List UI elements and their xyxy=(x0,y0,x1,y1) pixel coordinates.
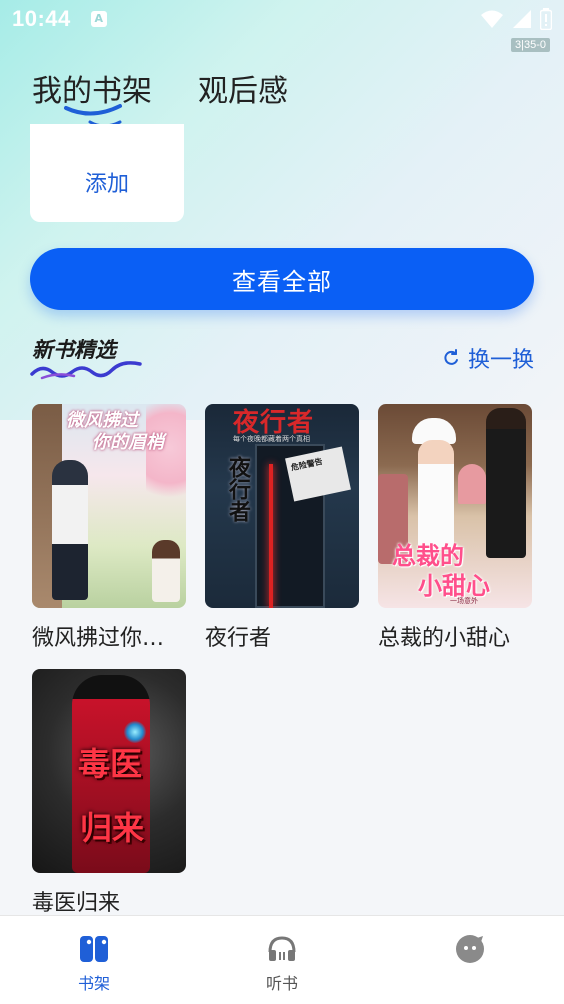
book-card[interactable]: 毒医 归来 毒医归来 xyxy=(32,669,186,917)
nav-bookshelf-label: 书架 xyxy=(77,974,110,993)
view-all-button[interactable]: 查看全部 xyxy=(30,248,534,310)
refresh-icon xyxy=(444,349,458,365)
chef-figure xyxy=(418,440,454,550)
ceo-figure xyxy=(486,408,526,558)
book-cover: 微风拂过 你的眉梢 xyxy=(32,404,186,608)
book-title: 夜行者 xyxy=(205,626,272,651)
status-time: 10:44 xyxy=(12,6,71,31)
book-card[interactable]: 微风拂过 你的眉梢 微风拂过你… xyxy=(32,404,186,652)
cover-title-line1: 毒医 xyxy=(78,745,143,783)
cover-title-line2: 你的眉梢 xyxy=(92,432,164,453)
signal-icon xyxy=(513,10,531,28)
status-bar: 10:44 A xyxy=(0,0,564,38)
cover-title-line2: 归来 xyxy=(80,809,145,847)
book-cover: 总裁的 小甜心 一场意外 xyxy=(378,404,532,608)
headphones-icon xyxy=(268,936,296,961)
nav-audiobooks-label: 听书 xyxy=(265,974,298,993)
add-label: 添加 xyxy=(84,172,129,197)
nav-audiobooks[interactable]: 听书 xyxy=(188,916,376,1004)
book-title: 毒医归来 xyxy=(32,891,121,916)
boy-figure xyxy=(52,460,88,600)
section-wave-decoration xyxy=(30,361,142,380)
red-light xyxy=(269,464,273,608)
status-icons xyxy=(480,8,552,30)
bottom-navigation: 书架 听书 xyxy=(0,915,564,1004)
profile-face-icon xyxy=(456,935,484,963)
cover-vertical-title: 夜行者 xyxy=(225,456,250,522)
book-card[interactable]: 危险警告 夜行者 每个夜晚都藏着两个真相 夜行者 夜行者 xyxy=(205,404,359,652)
nav-profile[interactable] xyxy=(376,916,564,1004)
wifi-icon xyxy=(481,10,503,28)
book-cover: 毒医 归来 xyxy=(32,669,186,873)
refresh-button[interactable]: 换一换 xyxy=(442,342,534,374)
book-title: 微风拂过你… xyxy=(32,626,165,651)
macaron-tower xyxy=(458,464,486,504)
cover-subtitle: 一场意外 xyxy=(450,597,478,605)
add-book-card[interactable]: 添加 xyxy=(30,124,184,222)
cover-subtitle: 每个夜晚都藏着两个真相 xyxy=(233,435,310,443)
battery-icon xyxy=(540,8,552,30)
girl-figure xyxy=(152,540,180,602)
frame-badge: 3|35-0 xyxy=(511,38,550,52)
blossom-illustration xyxy=(146,404,186,514)
nav-bookshelf[interactable]: 书架 xyxy=(0,916,188,1004)
tab-reviews[interactable]: 观后感 xyxy=(198,66,288,110)
book-title: 总裁的小甜心 xyxy=(378,626,511,651)
refresh-label: 换一换 xyxy=(467,348,534,373)
view-all-label: 查看全部 xyxy=(232,267,332,296)
keyboard-a-icon: A xyxy=(90,11,107,27)
book-card[interactable]: 总裁的 小甜心 一场意外 总裁的小甜心 xyxy=(378,404,532,652)
bookshelf-icon xyxy=(80,936,108,962)
book-cover: 危险警告 夜行者 每个夜晚都藏着两个真相 夜行者 xyxy=(205,404,359,608)
